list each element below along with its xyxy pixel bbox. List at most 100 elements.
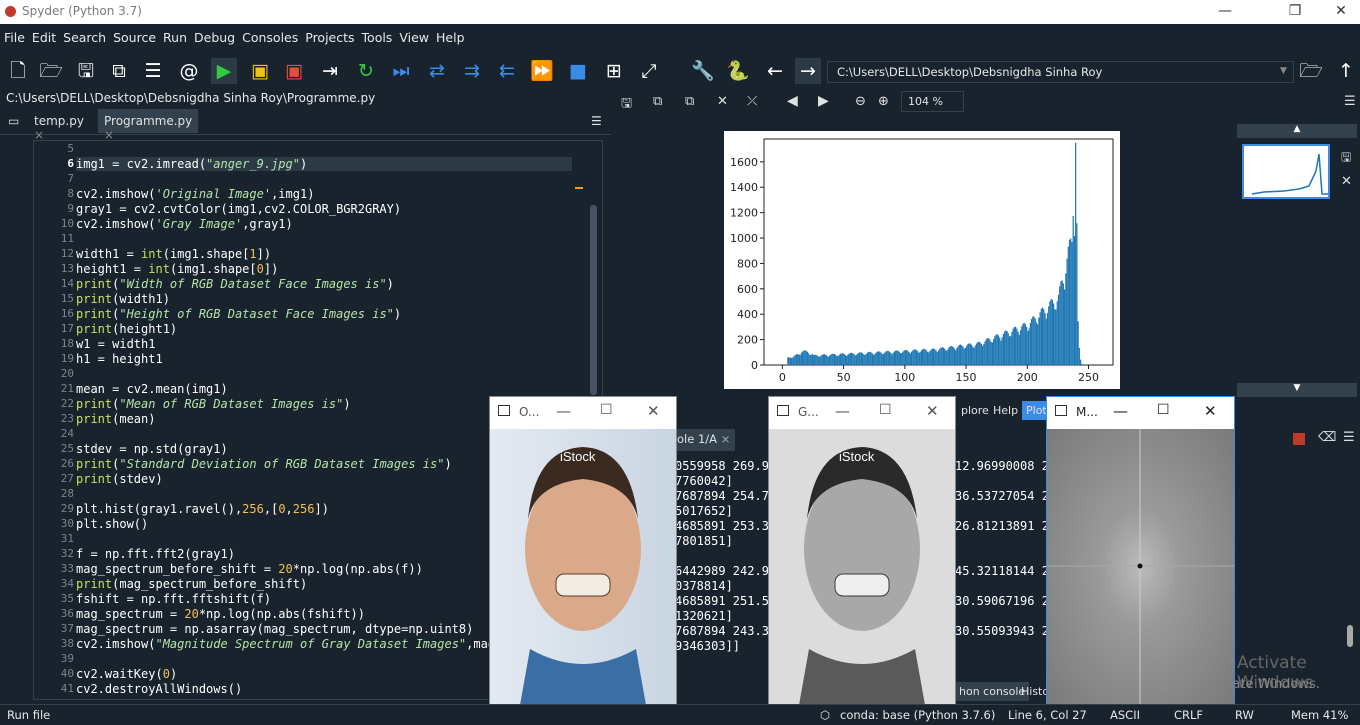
minimize-icon[interactable]: — xyxy=(556,402,571,420)
step-into-icon[interactable]: ⇉ xyxy=(459,58,485,84)
run-icon[interactable]: ▶ xyxy=(211,58,237,84)
histogram-bar xyxy=(956,348,958,365)
menu-tools[interactable]: Tools xyxy=(358,24,396,45)
histogram-bar xyxy=(794,355,796,365)
menu-consoles[interactable]: Consoles xyxy=(238,24,301,45)
menu-debug[interactable]: Debug xyxy=(190,24,238,45)
save-plot-icon[interactable]: 🖫 xyxy=(621,94,632,116)
rerun-icon[interactable]: ↻ xyxy=(353,58,379,84)
continue-icon[interactable]: ⏩ xyxy=(529,58,555,84)
close-thumbnail-icon[interactable]: ✕ xyxy=(1341,174,1352,189)
new-file-icon[interactable]: 🗋 xyxy=(5,58,31,84)
magnitude-spectrum-window[interactable]: M... — ☐ ✕ xyxy=(1046,396,1235,706)
browse-folder-icon[interactable]: 🗁 xyxy=(1298,58,1324,84)
interrupt-kernel-icon[interactable] xyxy=(1293,433,1305,445)
menu-run[interactable]: Run xyxy=(159,24,190,45)
step-return-icon[interactable]: ⇇ xyxy=(494,58,520,84)
cursor-position: Line 6, Col 27 xyxy=(1008,708,1087,722)
step-icon[interactable]: ⇄ xyxy=(424,58,450,84)
minimize-button[interactable]: — xyxy=(1202,0,1248,24)
back-icon[interactable]: ← xyxy=(762,58,788,84)
code-line: print("Width of RGB Dataset Face Images … xyxy=(76,277,394,291)
wrench-icon[interactable]: 🔧 xyxy=(690,58,716,84)
scroll-up-icon[interactable]: ▲ xyxy=(1237,124,1357,138)
maximize-icon[interactable]: ☐ xyxy=(600,402,613,418)
y-tick-label: 0 xyxy=(751,359,758,372)
menu-projects[interactable]: Projects xyxy=(301,24,357,45)
next-plot-icon[interactable]: ▶ xyxy=(818,93,829,109)
tab-programme[interactable]: Programme.py × xyxy=(98,109,198,142)
menu-edit[interactable]: Edit xyxy=(28,24,59,45)
run-cell-advance-icon[interactable]: ▣ xyxy=(281,58,307,84)
working-directory-input[interactable]: C:\Users\DELL\Desktop\Debsnigdha Sinha R… xyxy=(827,61,1294,83)
line-number: 22 xyxy=(60,397,74,410)
histogram-bar xyxy=(819,356,821,365)
list-icon[interactable]: ☰ xyxy=(140,58,166,84)
parent-dir-icon[interactable]: ↑ xyxy=(1333,58,1359,84)
histogram-bar xyxy=(1054,309,1056,365)
maximize-icon[interactable]: ☐ xyxy=(1157,402,1170,418)
histogram-bar xyxy=(836,355,838,365)
at-icon[interactable]: @ xyxy=(176,58,202,84)
conda-env-icon: ⬡ xyxy=(820,708,831,722)
open-file-icon[interactable]: 🗁 xyxy=(38,58,64,84)
menu-file[interactable]: File xyxy=(0,24,28,45)
remove-plot-icon[interactable]: ✕ xyxy=(717,94,728,109)
line-number: 15 xyxy=(60,292,74,305)
menu-view[interactable]: View xyxy=(395,24,432,45)
gray-image-window[interactable]: G... — ☐ ✕ iStock xyxy=(768,396,956,706)
histogram-bar xyxy=(887,350,889,365)
tab-temp[interactable]: temp.py × xyxy=(28,109,98,142)
save-all-icon[interactable]: ⧉ xyxy=(106,58,132,84)
python-icon[interactable]: 🐍 xyxy=(725,58,751,84)
zoom-level[interactable]: 104 % xyxy=(901,91,964,112)
plots-options-icon[interactable]: ☰ xyxy=(1344,94,1356,109)
remove-all-plots-icon[interactable]: ⤫ xyxy=(747,94,757,109)
close-icon[interactable]: ✕ xyxy=(1204,402,1217,420)
console-scrollbar[interactable] xyxy=(1347,625,1353,647)
plot-thumbnail[interactable] xyxy=(1242,144,1330,199)
save-all-plots-icon[interactable]: ⧉ xyxy=(653,94,662,109)
menu-search[interactable]: Search xyxy=(59,24,109,45)
original-image-window[interactable]: O... — ☐ ✕ iStock xyxy=(489,396,677,706)
restore-button[interactable]: ❐ xyxy=(1272,0,1318,24)
browse-tabs-icon[interactable]: ▭ xyxy=(2,109,25,133)
editor-scrollbar[interactable] xyxy=(590,205,597,395)
run-cell-icon[interactable]: ▣ xyxy=(247,58,273,84)
chevron-down-icon[interactable]: ▼ xyxy=(1280,66,1287,76)
clear-console-icon[interactable]: ⌫ xyxy=(1318,430,1336,445)
console-options-icon[interactable]: ☰ xyxy=(1343,430,1355,445)
copy-plot-icon[interactable]: ⧉ xyxy=(685,94,694,109)
close-button[interactable]: ✕ xyxy=(1318,0,1360,24)
menu-source[interactable]: Source xyxy=(109,24,159,45)
histogram-bar xyxy=(1073,236,1076,365)
close-console-icon[interactable]: × xyxy=(721,432,731,446)
line-number: 23 xyxy=(60,412,74,425)
forward-icon[interactable]: → xyxy=(795,58,821,84)
minimize-icon[interactable]: — xyxy=(835,402,850,420)
debug-icon[interactable]: ⏭ xyxy=(388,58,414,84)
histogram-bar xyxy=(1001,337,1003,365)
run-selection-icon[interactable]: ⇥ xyxy=(317,58,343,84)
maximize-pane-icon[interactable]: ⊞ xyxy=(601,58,627,84)
zoom-in-icon[interactable]: ⊕ xyxy=(878,94,889,109)
close-icon[interactable]: ✕ xyxy=(647,402,660,420)
zoom-out-icon[interactable]: ⊖ xyxy=(855,94,866,109)
minimize-icon[interactable]: — xyxy=(1113,402,1128,420)
options-menu-icon[interactable]: ☰ xyxy=(585,109,608,133)
histogram-bar xyxy=(937,350,940,365)
save-icon[interactable]: 🖫 xyxy=(73,58,99,84)
fullscreen-icon[interactable]: ⤢ xyxy=(636,58,662,84)
menu-help[interactable]: Help xyxy=(432,24,468,45)
histogram-bar xyxy=(1017,331,1019,365)
histogram-bar xyxy=(1022,323,1024,365)
maximize-icon[interactable]: ☐ xyxy=(879,402,892,418)
histogram-bar xyxy=(1060,281,1062,365)
previous-plot-icon[interactable]: ◀ xyxy=(787,93,798,109)
save-thumbnail-icon[interactable]: 🖫 xyxy=(1341,148,1351,169)
stop-icon[interactable]: ■ xyxy=(565,58,591,84)
scroll-down-icon[interactable]: ▼ xyxy=(1237,383,1357,397)
close-icon[interactable]: ✕ xyxy=(926,402,939,420)
console-tab[interactable]: ole 1/A × xyxy=(675,429,735,451)
tab-help[interactable]: Help xyxy=(989,401,1023,420)
